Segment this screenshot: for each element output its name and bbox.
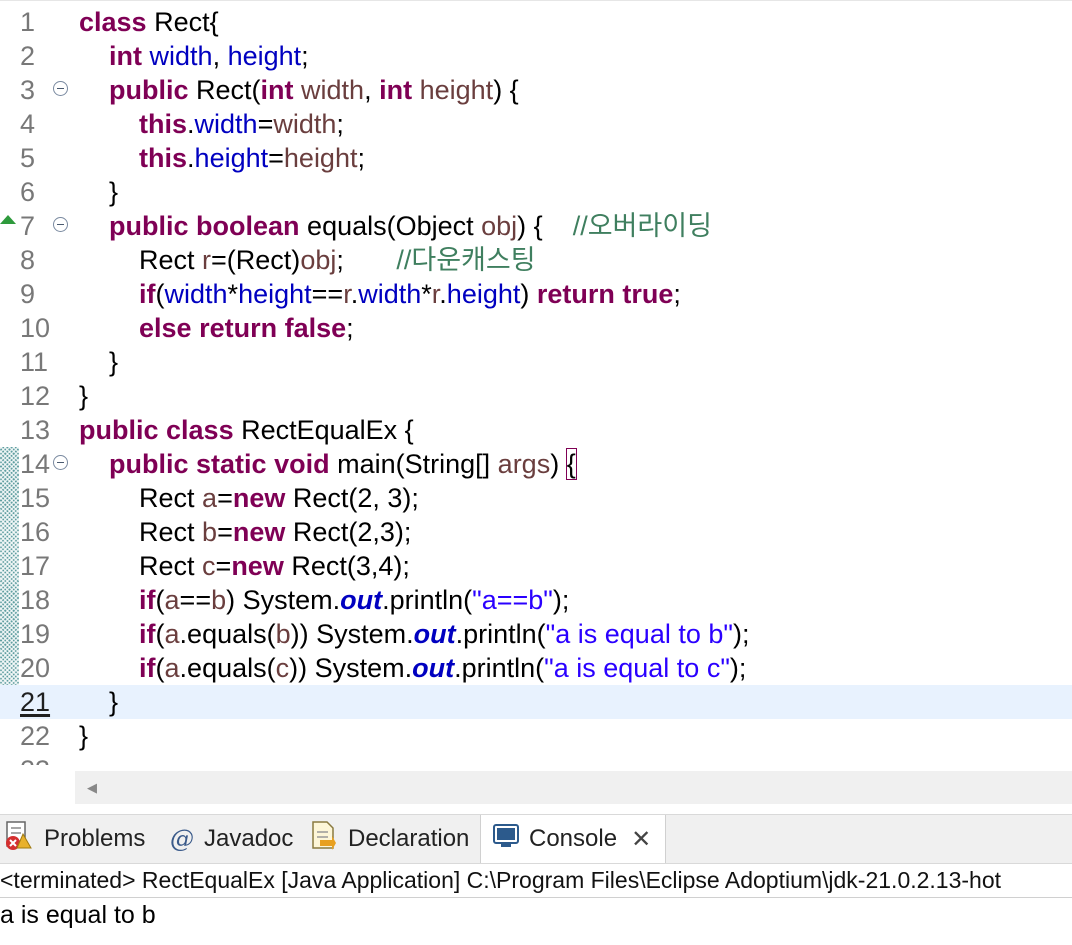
code-text: Rect c=new Rect(3,4); bbox=[79, 551, 410, 581]
line-number: 19 bbox=[20, 619, 51, 649]
line-number: 13 bbox=[20, 415, 51, 445]
line-number: 23 bbox=[20, 753, 56, 765]
code-text: } bbox=[79, 381, 89, 411]
code-line[interactable]: 12 } bbox=[0, 379, 1072, 413]
line-number: 14 bbox=[20, 449, 51, 479]
line-number: 17 bbox=[20, 551, 51, 581]
code-text: Rect a=new Rect(2, 3); bbox=[79, 483, 419, 513]
code-line[interactable]: 19 if(a.equals(b)) System.out.println("a… bbox=[0, 617, 1072, 651]
code-lines[interactable]: 1 class Rect{ 2 int width, height; 3 pub… bbox=[0, 5, 1072, 765]
tab-javadoc[interactable]: @ Javadoc bbox=[170, 815, 293, 863]
code-line[interactable]: 2 int width, height; bbox=[0, 39, 1072, 73]
line-number: 16 bbox=[20, 517, 51, 547]
line-number: 7 bbox=[20, 211, 36, 241]
code-text: public static void main(String[] args) { bbox=[109, 448, 577, 480]
horizontal-scrollbar[interactable]: ◀ bbox=[75, 771, 1072, 804]
line-number: 1 bbox=[20, 7, 36, 37]
code-line[interactable]: 9 if(width*height==r.width*r.height) ret… bbox=[0, 277, 1072, 311]
code-line[interactable]: 3 public Rect(int width, int height) { bbox=[0, 73, 1072, 107]
problems-icon bbox=[4, 820, 34, 859]
line-number: 10 bbox=[20, 313, 51, 343]
line-number: 12 bbox=[20, 381, 51, 411]
bottom-panel: Problems @ Javadoc Declaration Console ✕… bbox=[0, 805, 1072, 945]
code-line[interactable]: 5 this.height=height; bbox=[0, 141, 1072, 175]
line-number: 9 bbox=[20, 279, 36, 309]
code-text: } bbox=[79, 177, 119, 207]
line-number: 20 bbox=[20, 653, 51, 683]
declaration-icon bbox=[310, 820, 338, 859]
tab-label: Declaration bbox=[348, 825, 470, 852]
string-literal: "a==b" bbox=[472, 585, 553, 615]
fold-collapse-icon[interactable] bbox=[53, 217, 68, 232]
code-text: Rect b=new Rect(2,3); bbox=[79, 517, 412, 547]
code-line[interactable]: 4 this.width=width; bbox=[0, 107, 1072, 141]
tab-label: Console bbox=[529, 825, 618, 852]
console-output-line[interactable]: a is equal to b bbox=[0, 901, 156, 930]
code-line[interactable]: 8 Rect r=(Rect)obj; //다운캐스팅 bbox=[0, 243, 1072, 277]
code-text: this.height=height; bbox=[139, 143, 365, 173]
code-line[interactable]: 16 Rect b=new Rect(2,3); bbox=[0, 515, 1072, 549]
line-number: 5 bbox=[20, 143, 36, 173]
javadoc-icon: @ bbox=[170, 825, 194, 853]
line-number: 11 bbox=[20, 347, 49, 377]
tab-label: Javadoc bbox=[204, 825, 294, 852]
view-tab-bar: Problems @ Javadoc Declaration Console ✕ bbox=[0, 814, 1072, 864]
code-text: this.width=width; bbox=[139, 109, 344, 139]
code-text: public boolean equals(Object obj) { //오버… bbox=[109, 211, 712, 241]
code-editor[interactable]: 1 class Rect{ 2 int width, height; 3 pub… bbox=[0, 0, 1072, 806]
fold-collapse-icon[interactable] bbox=[53, 81, 68, 96]
console-icon bbox=[493, 823, 519, 856]
code-text: public Rect(int width, int height) { bbox=[109, 75, 519, 105]
tab-problems[interactable]: Problems bbox=[4, 815, 145, 863]
close-icon[interactable]: ✕ bbox=[631, 825, 651, 854]
string-literal: "a is equal to b" bbox=[545, 619, 733, 649]
line-number: 18 bbox=[20, 585, 51, 615]
divider bbox=[0, 897, 1072, 898]
code-line[interactable]: 11 } bbox=[0, 345, 1072, 379]
code-line[interactable]: 1 class Rect{ bbox=[0, 5, 1072, 39]
code-text: if(a.equals(b)) System.out.println("a is… bbox=[139, 619, 750, 649]
tab-label: Problems bbox=[44, 825, 146, 852]
line-number: 2 bbox=[20, 41, 36, 71]
code-line[interactable]: 7 public boolean equals(Object obj) { //… bbox=[0, 209, 1072, 243]
comment-override: //오버라이딩 bbox=[572, 211, 712, 241]
code-line[interactable]: 18 if(a==b) System.out.println("a==b"); bbox=[0, 583, 1072, 617]
code-text: } bbox=[79, 721, 89, 751]
code-line[interactable]: 10 else return false; bbox=[0, 311, 1072, 345]
line-number: 22 bbox=[20, 721, 51, 751]
code-text: if(a.equals(c)) System.out.println("a is… bbox=[139, 653, 747, 683]
code-line[interactable]: 17 Rect c=new Rect(3,4); bbox=[0, 549, 1072, 583]
console-status: <terminated> RectEqualEx [Java Applicati… bbox=[0, 867, 1002, 893]
code-line[interactable]: 6 } bbox=[0, 175, 1072, 209]
code-line[interactable]: 15 Rect a=new Rect(2, 3); bbox=[0, 481, 1072, 515]
code-line[interactable]: 22 } bbox=[0, 719, 1072, 753]
fold-collapse-icon[interactable] bbox=[53, 455, 68, 470]
line-number: 3 bbox=[20, 75, 36, 105]
scroll-left-icon[interactable]: ◀ bbox=[87, 780, 97, 796]
tab-console[interactable]: Console ✕ bbox=[480, 815, 666, 863]
line-number: 4 bbox=[20, 109, 36, 139]
comment-downcast: //다운캐스팅 bbox=[396, 245, 536, 275]
string-literal: "a is equal to c" bbox=[544, 653, 730, 683]
code-line[interactable]: 20 if(a.equals(c)) System.out.println("a… bbox=[0, 651, 1072, 685]
code-text: class Rect{ bbox=[79, 7, 219, 37]
matching-bracket: { bbox=[565, 448, 577, 480]
code-text: else return false; bbox=[139, 313, 354, 343]
code-text: if(a==b) System.out.println("a==b"); bbox=[139, 585, 570, 615]
code-text: public class RectEqualEx { bbox=[79, 415, 414, 445]
code-line[interactable]: 13 public class RectEqualEx { bbox=[0, 413, 1072, 447]
code-text: Rect r=(Rect)obj; //다운캐스팅 bbox=[79, 245, 536, 275]
line-number: 8 bbox=[20, 245, 36, 275]
line-number: 15 bbox=[20, 483, 51, 513]
code-text: int width, height; bbox=[109, 41, 309, 71]
line-number: 6 bbox=[20, 177, 36, 207]
code-text: if(width*height==r.width*r.height) retur… bbox=[139, 279, 681, 309]
tab-declaration[interactable]: Declaration bbox=[310, 815, 469, 863]
code-line[interactable]: 14 public static void main(String[] args… bbox=[0, 447, 1072, 481]
code-text: } bbox=[79, 347, 119, 377]
current-code-line[interactable]: 21 } bbox=[0, 685, 1072, 719]
line-number: 21 bbox=[20, 687, 51, 717]
code-line[interactable]: 23 bbox=[0, 753, 1072, 765]
code-text: } bbox=[79, 687, 119, 717]
